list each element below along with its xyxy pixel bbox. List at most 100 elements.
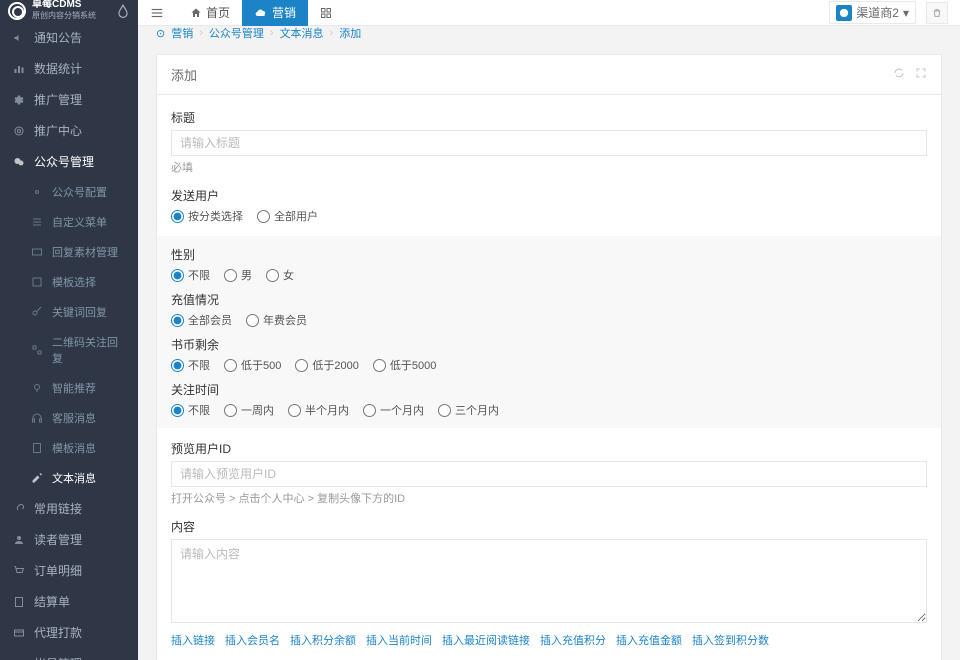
crumb-marketing[interactable]: 营销: [171, 25, 193, 41]
nav-qr-follow-reply[interactable]: 二维码关注回复: [0, 327, 138, 373]
chart-icon: [12, 62, 26, 76]
edit-icon: [30, 471, 44, 485]
template-icon: [30, 275, 44, 289]
radio-follow-week[interactable]: 一周内: [224, 402, 274, 418]
key-icon: [30, 305, 44, 319]
content-label: 内容: [171, 518, 927, 535]
crumb-wechat[interactable]: 公众号管理: [209, 25, 264, 41]
preview-id-label: 预览用户ID: [171, 440, 927, 457]
users-icon: [12, 657, 26, 660]
brand-name: 卓莓CDMS: [32, 0, 96, 10]
insert-member-name[interactable]: 插入会员名: [225, 632, 280, 648]
receipt-icon: [12, 595, 26, 609]
insert-recent-read-link[interactable]: 插入最近阅读链接: [442, 632, 530, 648]
logo: 卓莓CDMS 原创内容分销系统: [0, 0, 138, 22]
radio-coin-2000[interactable]: 低于2000: [295, 357, 358, 373]
list-icon: [30, 215, 44, 229]
cog-icon: [30, 185, 44, 199]
radio-coin-500[interactable]: 低于500: [224, 357, 281, 373]
doc-icon: [30, 441, 44, 455]
folder-icon: [30, 245, 44, 259]
tab-home[interactable]: 首页: [178, 0, 242, 26]
user-label: 渠道商2: [856, 4, 899, 21]
sidebar-menu: 通知公告 数据统计 推广管理 推广中心 公众号管理 公众号配置 自定义菜单 回复…: [0, 22, 138, 660]
tab-marketing[interactable]: 营销: [242, 0, 308, 26]
breadcrumb: ⊙ 营销› 公众号管理› 文本消息› 添加: [138, 26, 960, 40]
cart-icon: [12, 564, 26, 578]
fullscreen-icon[interactable]: [915, 67, 927, 82]
radio-gender-f[interactable]: 女: [266, 267, 294, 283]
water-drop-icon[interactable]: [116, 4, 130, 18]
nav-smart-recommend[interactable]: 智能推荐: [0, 373, 138, 403]
nav-text-msg[interactable]: 文本消息: [0, 463, 138, 493]
content-textarea[interactable]: [171, 539, 927, 623]
headset-icon: [30, 411, 44, 425]
preview-id-input[interactable]: [171, 461, 927, 487]
nav-promo-manage[interactable]: 推广管理: [0, 84, 138, 115]
qr-icon: [30, 343, 44, 357]
wechat-icon: [12, 155, 26, 169]
nav-keyword-reply[interactable]: 关键词回复: [0, 297, 138, 327]
pin-icon: ⊙: [156, 27, 165, 40]
user-icon: [12, 533, 26, 547]
form-panel: 添加 标题 必填 发送用户 按分类选择: [156, 54, 942, 660]
insert-signin-points[interactable]: 插入签到积分数: [692, 632, 769, 648]
insert-points-balance[interactable]: 插入积分余额: [290, 632, 356, 648]
nav-reader-manage[interactable]: 读者管理: [0, 524, 138, 555]
nav-order-detail[interactable]: 订单明细: [0, 555, 138, 586]
title-help: 必填: [171, 159, 927, 175]
crumb-textmsg[interactable]: 文本消息: [280, 25, 324, 41]
avatar-icon: [836, 5, 852, 21]
recharge-label: 充值情况: [171, 291, 927, 308]
target-icon: [12, 124, 26, 138]
nav-agent-pay[interactable]: 代理打款: [0, 617, 138, 648]
link-icon: [12, 502, 26, 516]
senduser-label: 发送用户: [171, 187, 927, 204]
nav-wechat-config[interactable]: 公众号配置: [0, 177, 138, 207]
sidebar: 卓莓CDMS 原创内容分销系统 通知公告 数据统计 推广管理 推广中心 公众号管…: [0, 0, 138, 660]
radio-follow-halfmonth[interactable]: 半个月内: [288, 402, 349, 418]
radio-recharge-all[interactable]: 全部会员: [171, 312, 232, 328]
radio-coin-5000[interactable]: 低于5000: [373, 357, 436, 373]
user-menu[interactable]: 渠道商2 ▾: [829, 1, 916, 24]
card-icon: [12, 626, 26, 640]
nav-common-links[interactable]: 常用链接: [0, 493, 138, 524]
coin-label: 书币剩余: [171, 336, 927, 353]
nav-reply-material[interactable]: 回复素材管理: [0, 237, 138, 267]
radio-follow-3month[interactable]: 三个月内: [438, 402, 499, 418]
radio-gender-m[interactable]: 男: [224, 267, 252, 283]
gender-label: 性别: [171, 246, 927, 263]
logo-icon: [8, 2, 26, 20]
trash-button[interactable]: [926, 2, 948, 24]
title-input[interactable]: [171, 130, 927, 156]
nav-custom-menu[interactable]: 自定义菜单: [0, 207, 138, 237]
crumb-add[interactable]: 添加: [339, 25, 361, 41]
gear-icon: [12, 93, 26, 107]
nav-promo-center[interactable]: 推广中心: [0, 115, 138, 146]
radio-coin-any[interactable]: 不限: [171, 357, 210, 373]
bulb-icon: [30, 381, 44, 395]
insert-recharge-points[interactable]: 插入充值积分: [540, 632, 606, 648]
megaphone-icon: [12, 31, 26, 45]
radio-gender-any[interactable]: 不限: [171, 267, 210, 283]
insert-recharge-amount[interactable]: 插入充值金额: [616, 632, 682, 648]
radio-send-all[interactable]: 全部用户: [257, 208, 318, 224]
nav-template-msg[interactable]: 模板消息: [0, 433, 138, 463]
nav-notice[interactable]: 通知公告: [0, 22, 138, 53]
insert-current-time[interactable]: 插入当前时间: [366, 632, 432, 648]
tab-apps[interactable]: [308, 0, 344, 26]
nav-template-select[interactable]: 模板选择: [0, 267, 138, 297]
menu-toggle-icon[interactable]: [150, 6, 164, 20]
nav-settlement[interactable]: 结算单: [0, 586, 138, 617]
nav-stats[interactable]: 数据统计: [0, 53, 138, 84]
nav-customer-msg[interactable]: 客服消息: [0, 403, 138, 433]
radio-send-category[interactable]: 按分类选择: [171, 208, 243, 224]
nav-wechat-manage[interactable]: 公众号管理: [0, 146, 138, 177]
refresh-icon[interactable]: [893, 67, 905, 82]
radio-recharge-year[interactable]: 年费会员: [246, 312, 307, 328]
title-label: 标题: [171, 109, 927, 126]
insert-link[interactable]: 插入链接: [171, 632, 215, 648]
radio-follow-any[interactable]: 不限: [171, 402, 210, 418]
nav-account-manage[interactable]: 帐号管理: [0, 648, 138, 660]
radio-follow-month[interactable]: 一个月内: [363, 402, 424, 418]
